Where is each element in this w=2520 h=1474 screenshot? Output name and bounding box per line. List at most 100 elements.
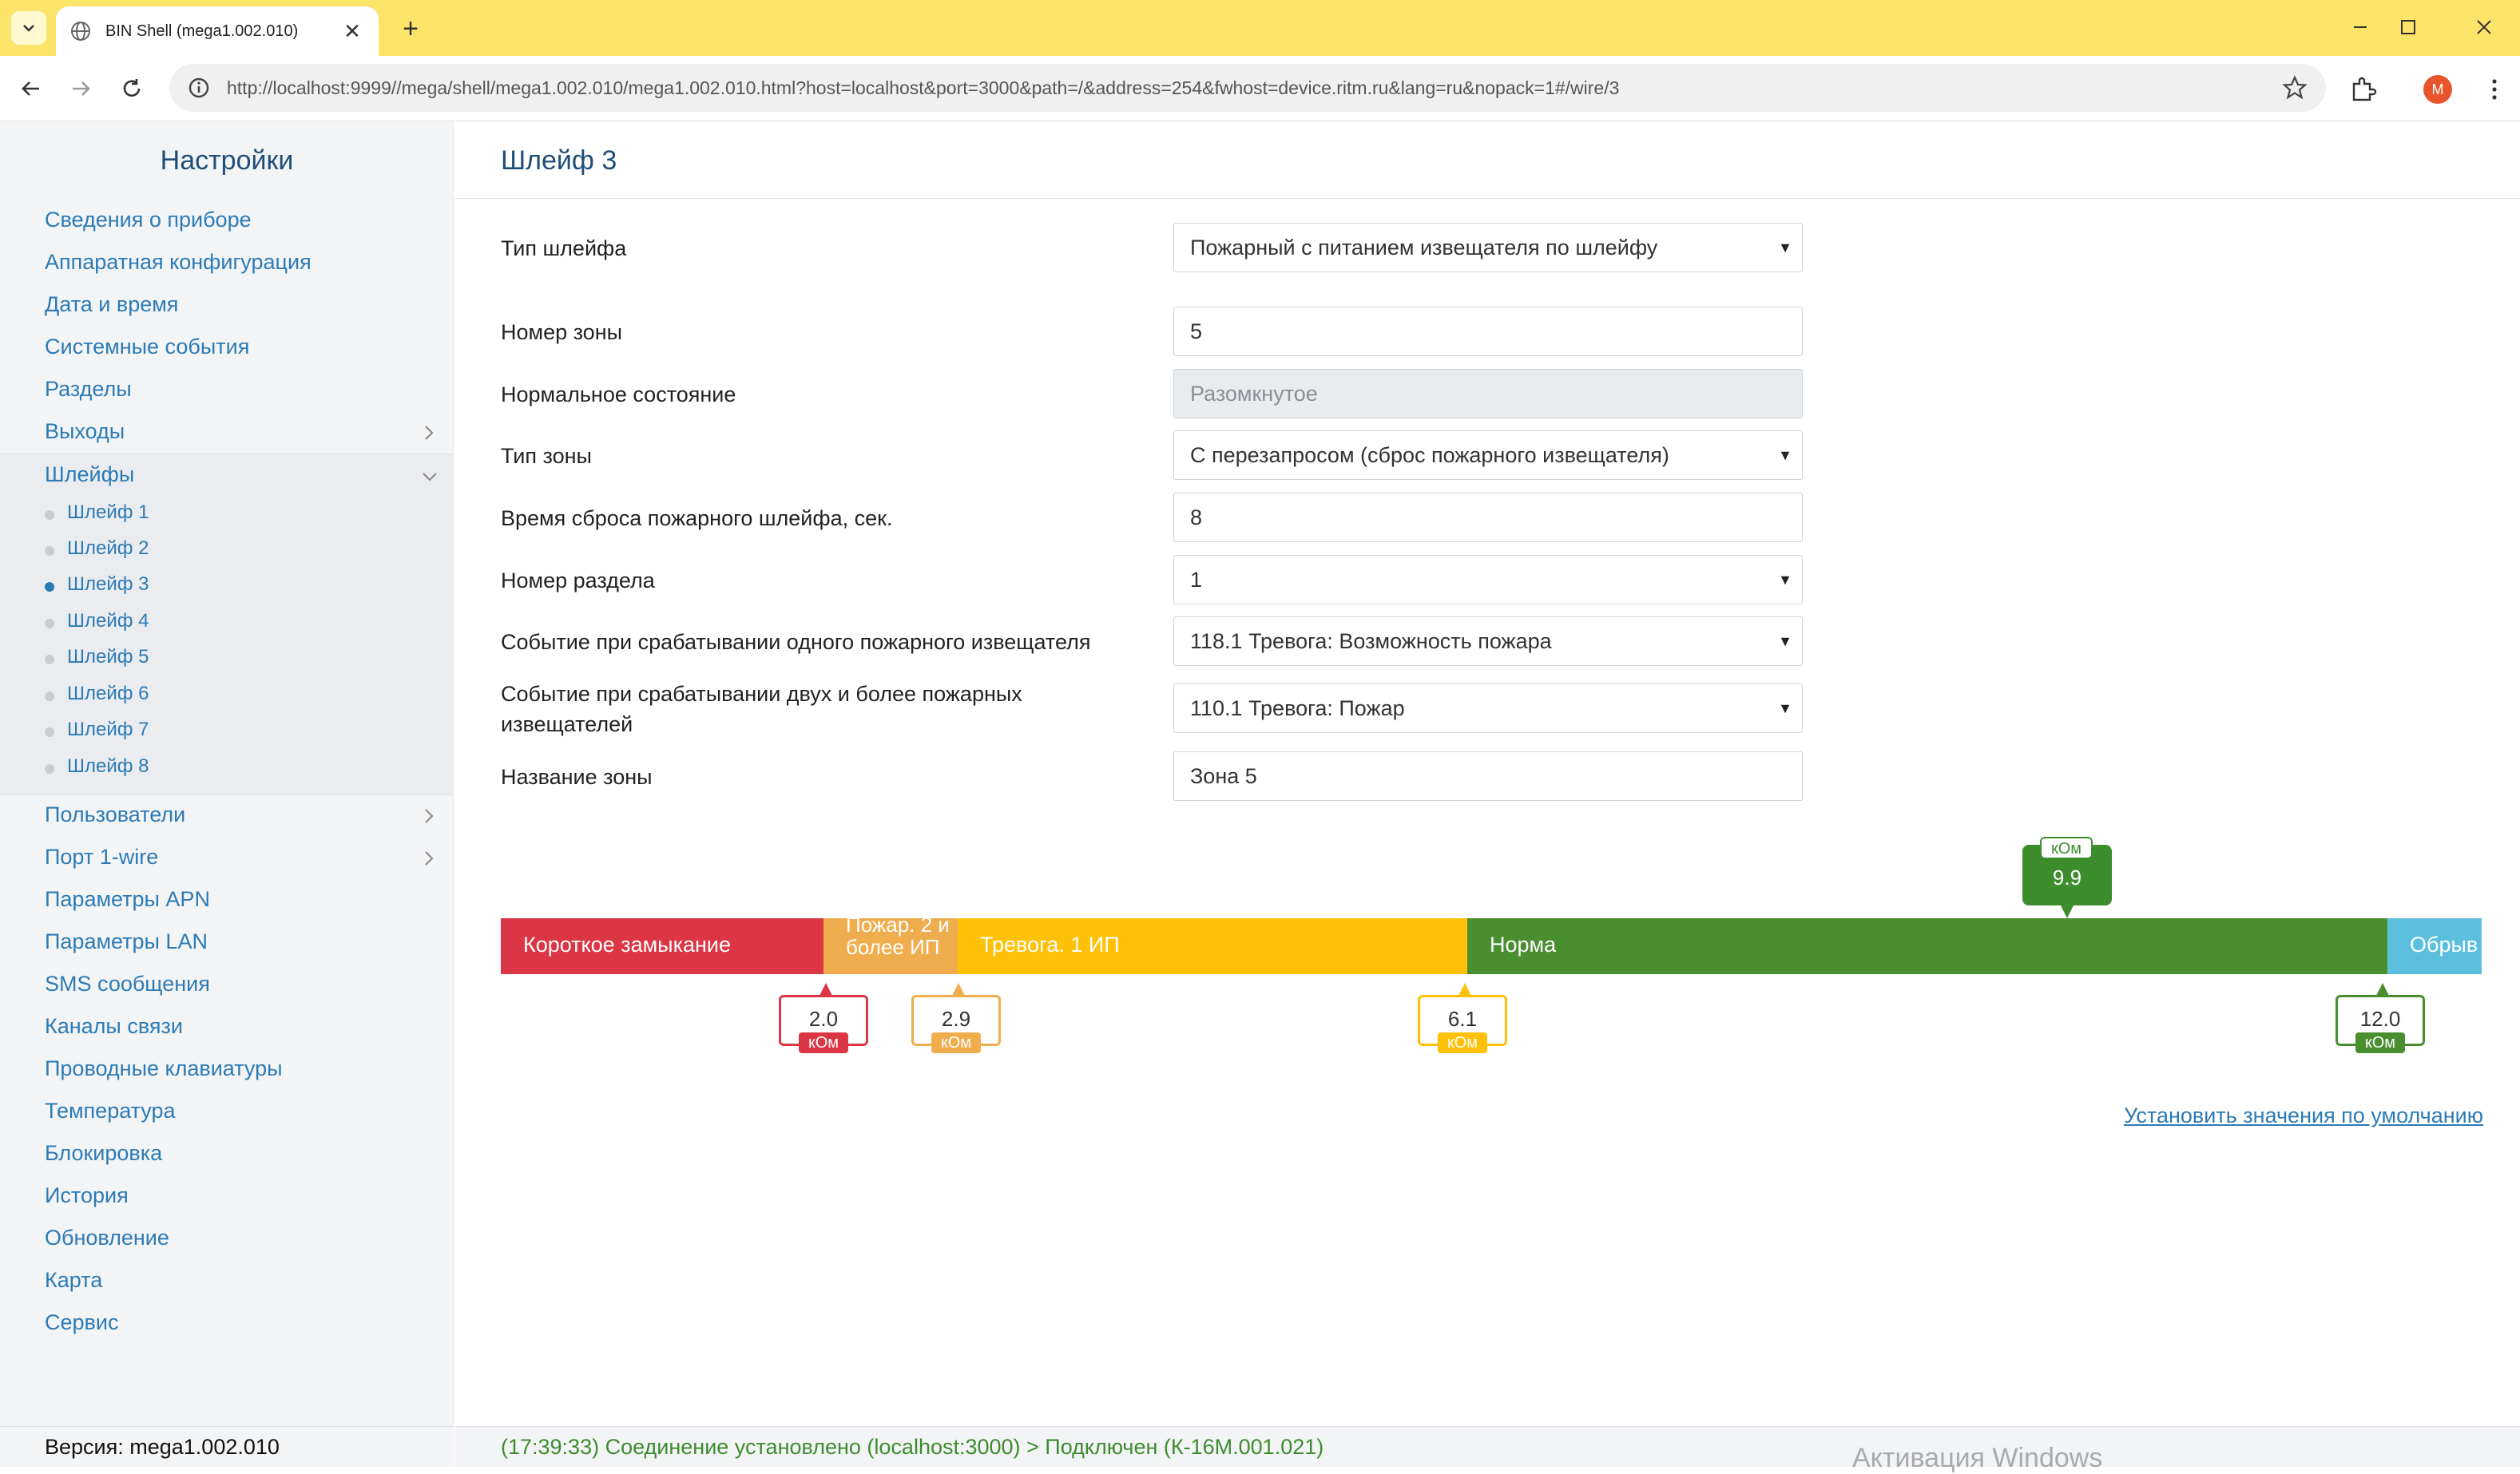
field-label-loop-type: Тип шлейфа bbox=[501, 236, 627, 260]
arrow-left-icon bbox=[22, 81, 39, 96]
two-detectors-event-value: 110.1 Тревога: Пожар bbox=[1190, 696, 1405, 720]
partition-number-select[interactable]: 1 ▼ bbox=[1173, 555, 1803, 604]
threshold-marker-break[interactable]: 12.0 кОм bbox=[2335, 983, 2425, 1053]
segment-label: Обрыв bbox=[2410, 933, 2478, 957]
segment-label: Норма bbox=[1490, 933, 1557, 957]
loop-type-select[interactable]: Пожарный с питанием извещателя по шлейфу… bbox=[1173, 223, 1803, 272]
url-text[interactable]: http://localhost:9999//mega/shell/mega1.… bbox=[227, 77, 2281, 99]
sidebar-item-hardware-config[interactable]: Аппаратная конфигурация bbox=[45, 250, 312, 275]
close-window-button[interactable] bbox=[2460, 10, 2508, 45]
current-value-marker[interactable]: кОм 9.9 bbox=[2022, 837, 2112, 918]
sidebar-item-service[interactable]: Сервис bbox=[45, 1310, 118, 1335]
two-detectors-event-select[interactable]: 110.1 Тревога: Пожар ▼ bbox=[1173, 684, 1803, 733]
browser-tab[interactable]: BIN Shell (mega1.002.010) ✕ bbox=[56, 6, 379, 56]
zone-number-input[interactable]: 5 bbox=[1173, 307, 1803, 356]
close-icon bbox=[2477, 20, 2491, 34]
sidebar-item-map[interactable]: Карта bbox=[45, 1268, 102, 1293]
sidebar-subitem-loop-7[interactable]: Шлейф 7 bbox=[67, 719, 149, 741]
loop-dot bbox=[45, 510, 54, 520]
field-label-zone-number: Номер зоны bbox=[501, 320, 623, 344]
sidebar-item-apn[interactable]: Параметры APN bbox=[45, 887, 210, 912]
minimize-button[interactable] bbox=[2336, 10, 2384, 45]
back-button[interactable] bbox=[13, 70, 50, 107]
forward-button[interactable] bbox=[62, 70, 99, 107]
threshold-value: 2.0 bbox=[808, 1007, 839, 1031]
new-tab-button[interactable]: + bbox=[393, 13, 428, 45]
tab-title: BIN Shell (mega1.002.010) bbox=[105, 22, 299, 40]
sidebar-item-lock[interactable]: Блокировка bbox=[45, 1141, 162, 1166]
threshold-value: 6.1 bbox=[1447, 1007, 1478, 1031]
info-icon[interactable] bbox=[187, 76, 211, 100]
sidebar-item-loops[interactable]: Шлейфы bbox=[45, 462, 134, 487]
sidebar-subitem-loop-8[interactable]: Шлейф 8 bbox=[67, 755, 149, 778]
sidebar-item-system-events[interactable]: Системные события bbox=[45, 335, 249, 359]
dropdown-arrow-icon: ▼ bbox=[1778, 447, 1792, 463]
sidebar-item-users[interactable]: Пользователи bbox=[45, 802, 185, 827]
address-bar[interactable]: http://localhost:9999//mega/shell/mega1.… bbox=[169, 64, 2326, 112]
browser-toolbar: http://localhost:9999//mega/shell/mega1.… bbox=[0, 56, 2520, 121]
scale-segment-alarm-1: Тревога. 1 ИП bbox=[958, 918, 1467, 974]
sidebar-item-device-info[interactable]: Сведения о приборе bbox=[45, 208, 252, 232]
reset-time-input[interactable]: 8 bbox=[1173, 493, 1803, 542]
loop-dot bbox=[45, 691, 54, 701]
sidebar-subitem-loop-2[interactable]: Шлейф 2 bbox=[67, 537, 149, 560]
version-label: Версия: mega1.002.010 bbox=[0, 1426, 454, 1467]
sidebar-subitem-loop-6[interactable]: Шлейф 6 bbox=[67, 683, 149, 705]
unit-label: кОм bbox=[2040, 837, 2093, 859]
sidebar-item-partitions[interactable]: Разделы bbox=[45, 377, 132, 402]
sidebar-item-update[interactable]: Обновление bbox=[45, 1226, 169, 1250]
chevron-right-icon[interactable] bbox=[419, 849, 439, 868]
unit-label: кОм bbox=[931, 1032, 981, 1053]
one-detector-event-select[interactable]: 118.1 Тревога: Возможность пожара ▼ bbox=[1173, 616, 1803, 666]
sidebar-item-lan[interactable]: Параметры LAN bbox=[45, 929, 208, 954]
chevron-right-icon[interactable] bbox=[419, 806, 439, 826]
reload-button[interactable] bbox=[113, 70, 150, 107]
loop-dot bbox=[45, 764, 54, 774]
segment-label: Пожар. 2 и более ИП bbox=[846, 918, 950, 959]
field-label-zone-type: Тип зоны bbox=[501, 444, 592, 468]
threshold-value: 2.9 bbox=[941, 1007, 971, 1031]
scale-segment-fire-2: Пожар. 2 и более ИП bbox=[823, 918, 958, 974]
sidebar-item-1wire-port[interactable]: Порт 1-wire bbox=[45, 845, 158, 870]
sidebar-title: Настройки bbox=[160, 145, 294, 176]
sidebar-subitem-loop-3[interactable]: Шлейф 3 bbox=[67, 573, 149, 596]
close-tab-icon[interactable]: ✕ bbox=[340, 19, 364, 44]
sidebar-item-sms[interactable]: SMS сообщения bbox=[45, 972, 210, 997]
dropdown-arrow-icon: ▼ bbox=[1778, 572, 1792, 588]
sidebar-subitem-loop-5[interactable]: Шлейф 5 bbox=[67, 646, 149, 668]
windows-activation-watermark: Активация Windows bbox=[1852, 1443, 2103, 1473]
unit-label: кОм bbox=[2355, 1032, 2405, 1053]
set-defaults-link[interactable]: Установить значения по умолчанию bbox=[2124, 1104, 2483, 1128]
sidebar-item-channels[interactable]: Каналы связи bbox=[45, 1014, 183, 1039]
loop-dot bbox=[45, 546, 54, 556]
profile-avatar[interactable]: M bbox=[2423, 75, 2452, 104]
field-label-partition-number: Номер раздела bbox=[501, 569, 655, 592]
chevron-right-icon[interactable] bbox=[419, 423, 439, 442]
threshold-marker-short[interactable]: 2.0 кОм bbox=[779, 983, 868, 1053]
sidebar-subitem-loop-1[interactable]: Шлейф 1 bbox=[67, 501, 149, 524]
chevron-down-icon[interactable] bbox=[420, 467, 439, 486]
threshold-marker-fire[interactable]: 2.9 кОм bbox=[911, 983, 1001, 1053]
threshold-marker-alarm[interactable]: 6.1 кОм bbox=[1418, 983, 1507, 1053]
more-menu-icon[interactable] bbox=[2482, 73, 2506, 105]
segment-label: Короткое замыкание bbox=[523, 933, 731, 957]
sidebar-item-history[interactable]: История bbox=[45, 1183, 129, 1208]
sidebar-group-loops: Шлейфы Шлейф 1 Шлейф 2 Шлейф 3 Шлейф 4 Ш… bbox=[0, 454, 454, 795]
resistance-scale: Короткое замыкание Пожар. 2 и более ИП Т… bbox=[501, 918, 2482, 974]
minimize-icon bbox=[2354, 26, 2367, 28]
browser-tab-bar: BIN Shell (mega1.002.010) ✕ + bbox=[0, 0, 2520, 56]
sidebar-item-keyboards[interactable]: Проводные клавиатуры bbox=[45, 1056, 283, 1081]
zone-type-select[interactable]: С перезапросом (сброс пожарного извещате… bbox=[1173, 430, 1803, 480]
field-label-normal-state: Нормальное состояние bbox=[501, 382, 736, 406]
maximize-button[interactable] bbox=[2384, 10, 2432, 45]
sidebar-subitem-loop-4[interactable]: Шлейф 4 bbox=[67, 610, 149, 632]
main-panel: Шлейф 3 Тип шлейфа Пожарный с питанием и… bbox=[454, 121, 2520, 1473]
sidebar-item-date-time[interactable]: Дата и время bbox=[45, 292, 178, 317]
sidebar-item-outputs[interactable]: Выходы bbox=[45, 419, 125, 444]
sidebar-item-temperature[interactable]: Температура bbox=[45, 1099, 176, 1123]
tab-search-button[interactable] bbox=[11, 11, 46, 45]
connection-status: (17:39:33) Соединение установлено (local… bbox=[501, 1435, 1324, 1459]
bookmark-star-icon[interactable] bbox=[2281, 74, 2308, 101]
zone-name-input[interactable]: Зона 5 bbox=[1173, 751, 1803, 801]
extensions-puzzle-icon[interactable] bbox=[2347, 73, 2379, 105]
